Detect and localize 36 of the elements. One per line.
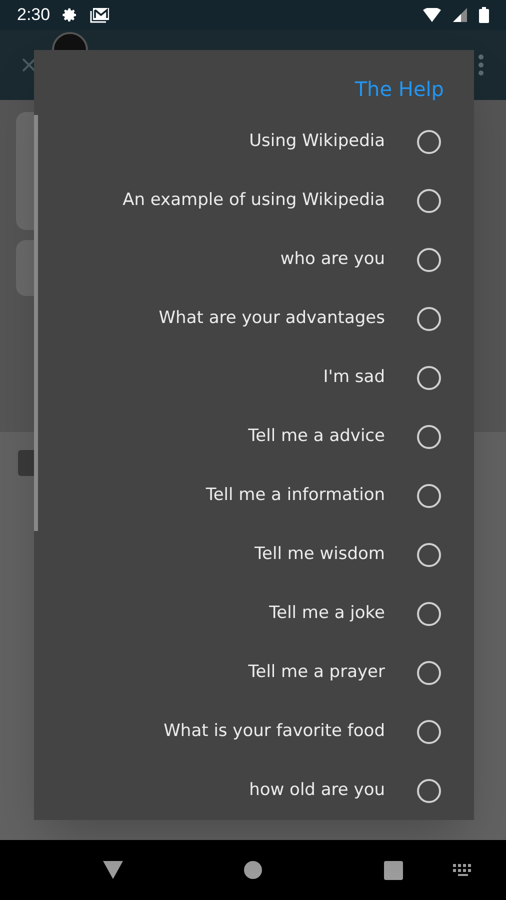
radio-button[interactable] [417, 484, 441, 508]
recents-icon[interactable] [384, 860, 403, 880]
wifi-icon [423, 8, 441, 22]
help-option[interactable]: how old are you [34, 761, 474, 820]
gear-icon [62, 7, 78, 23]
help-option[interactable]: who are you [34, 230, 474, 289]
help-option[interactable]: An example of using Wikipedia [34, 171, 474, 230]
radio-button[interactable] [417, 188, 441, 212]
radio-button[interactable] [417, 778, 441, 802]
status-time: 2:30 [17, 4, 50, 26]
help-option[interactable]: I'm sad [34, 348, 474, 407]
home-icon[interactable] [244, 861, 262, 879]
radio-button[interactable] [417, 306, 441, 330]
mail-icon [90, 7, 110, 23]
radio-button[interactable] [417, 366, 441, 390]
help-option[interactable]: Tell me wisdom [34, 525, 474, 584]
radio-button[interactable] [417, 130, 441, 154]
battery-icon [479, 7, 489, 23]
radio-button[interactable] [417, 248, 441, 272]
help-option[interactable]: What are your advantages [34, 289, 474, 348]
help-option[interactable]: Using Wikipedia [34, 112, 474, 171]
back-icon[interactable] [103, 861, 123, 879]
radio-button[interactable] [417, 602, 441, 626]
help-option[interactable]: Tell me a prayer [34, 643, 474, 702]
dialog-title: The Help [354, 76, 445, 103]
radio-button[interactable] [417, 424, 441, 448]
signal-icon [453, 8, 467, 22]
help-option[interactable]: Tell me a information [34, 466, 474, 525]
radio-button[interactable] [417, 720, 441, 744]
more-icon[interactable] [478, 54, 484, 76]
help-option[interactable]: Tell me a advice [34, 407, 474, 466]
help-option[interactable]: Tell me a joke [34, 584, 474, 643]
keyboard-icon[interactable] [453, 864, 473, 876]
radio-button[interactable] [417, 542, 441, 566]
help-option[interactable]: What is your favorite food [34, 702, 474, 761]
radio-button[interactable] [417, 660, 441, 684]
